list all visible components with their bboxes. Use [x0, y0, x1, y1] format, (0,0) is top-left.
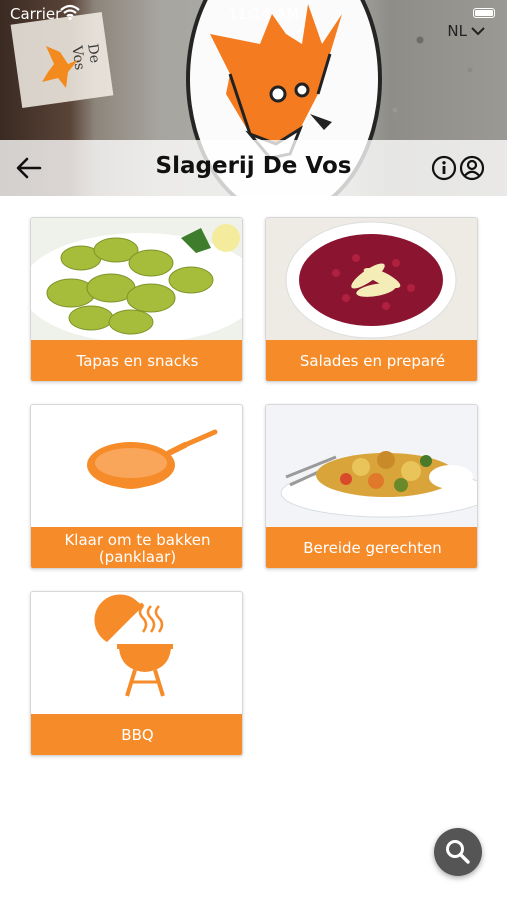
- tapas-photo: [31, 218, 242, 340]
- language-selector[interactable]: NL: [447, 22, 485, 40]
- chevron-down-icon: [471, 27, 485, 36]
- category-card-tapas[interactable]: Tapas en snacks: [30, 217, 243, 382]
- bbq-grill-icon: [31, 592, 242, 714]
- beet-salad-photo: [266, 218, 477, 340]
- category-card-salades[interactable]: Salades en preparé: [265, 217, 478, 382]
- category-card-bbq[interactable]: BBQ: [30, 591, 243, 756]
- category-label: Tapas en snacks: [31, 340, 242, 381]
- category-card-bereide[interactable]: Bereide gerechten: [265, 404, 478, 569]
- fox-logo-icon: [42, 46, 78, 88]
- status-bar: Carrier 11:14 AM: [0, 0, 507, 28]
- carrier-label: Carrier: [10, 5, 62, 23]
- prepared-dish-photo: [266, 405, 477, 527]
- search-button[interactable]: [434, 828, 482, 876]
- wifi-icon: [60, 4, 80, 20]
- category-card-panklaar[interactable]: Klaar om te bakken (panklaar): [30, 404, 243, 569]
- category-label: Klaar om te bakken (panklaar): [31, 527, 242, 568]
- category-label: Bereide gerechten: [266, 527, 477, 568]
- header-banner: De Vos Carrier 11:14 AM NL Slagerij De V…: [0, 0, 507, 196]
- battery-icon: [473, 8, 495, 18]
- category-label: BBQ: [31, 714, 242, 755]
- info-icon[interactable]: [431, 155, 457, 181]
- search-icon: [446, 840, 470, 864]
- account-icon[interactable]: [459, 155, 485, 181]
- status-time: 11:14 AM: [228, 5, 300, 23]
- navigation-bar: Slagerij De Vos: [0, 140, 507, 196]
- language-label: NL: [447, 22, 467, 40]
- frying-pan-icon: [31, 405, 242, 527]
- category-label: Salades en preparé: [266, 340, 477, 381]
